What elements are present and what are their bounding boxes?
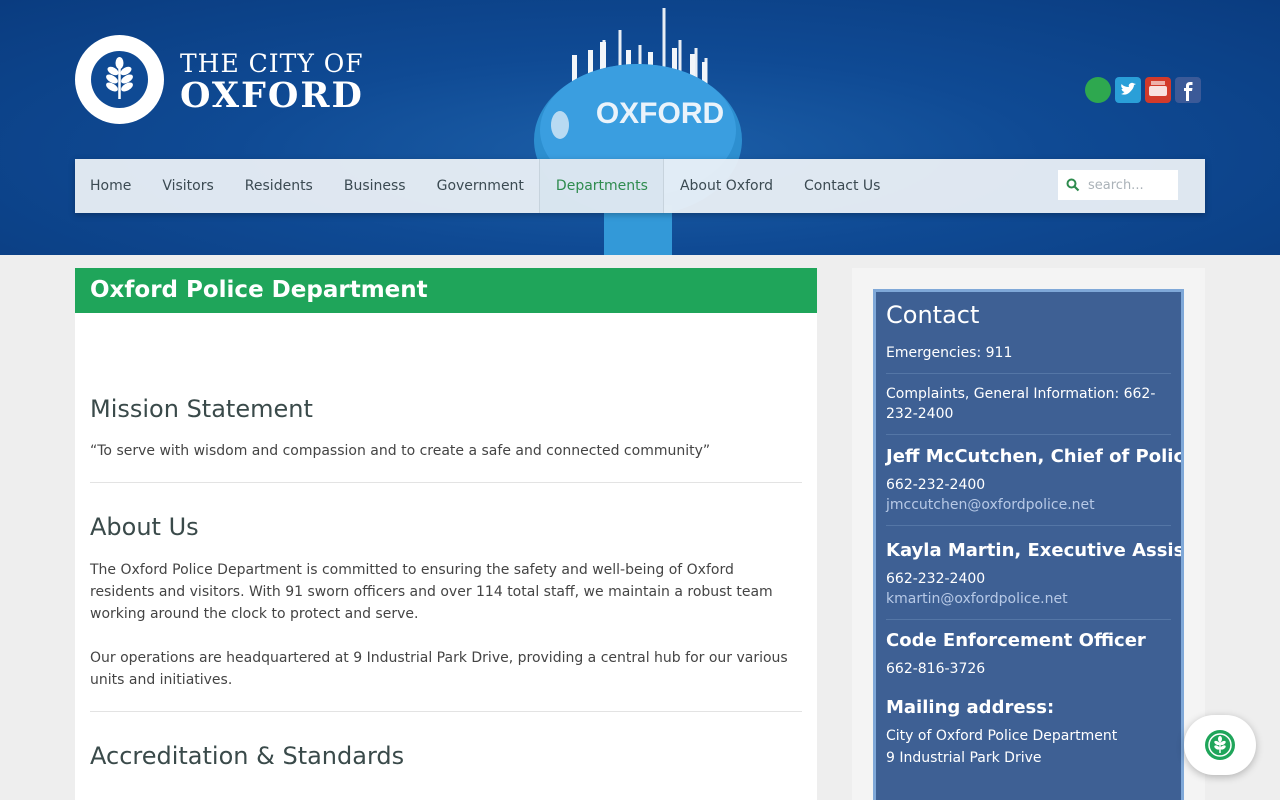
contact-phone: 662-232-2400 [886, 571, 986, 587]
site-header: OXFORD THE CITY OF OXFORD Home Visitors … [0, 0, 1280, 255]
nav-residents[interactable]: Residents [229, 159, 328, 213]
accreditation-heading: Accreditation & Standards [90, 742, 405, 770]
mailing-line: 9 Industrial Park Drive [886, 750, 1042, 766]
nav-business[interactable]: Business [328, 159, 421, 213]
contact-name: Jeff McCutchen, Chief of Police [886, 446, 1184, 467]
contact-phone: 662-232-2400 [886, 477, 986, 493]
mailing-line: City of Oxford Police Department [886, 728, 1118, 744]
search-icon[interactable] [1066, 178, 1080, 192]
divider [90, 711, 802, 712]
leaf-icon [1205, 730, 1235, 760]
floating-action-button[interactable] [1184, 715, 1256, 775]
nav-home[interactable]: Home [75, 159, 147, 213]
logo-emblem [75, 35, 164, 124]
leaf-icon [106, 57, 133, 99]
about-paragraph-2: Our operations are headquartered at 9 In… [90, 650, 788, 688]
mailing-heading: Mailing address: [886, 697, 1055, 718]
contact-panel: Contact Emergencies: 911 Complaints, Gen… [873, 289, 1184, 800]
contact-title: Contact [886, 301, 980, 329]
divider [886, 373, 1171, 374]
divider [886, 619, 1171, 620]
contact-name: Kayla Martin, Executive Assistant [886, 540, 1184, 561]
nav-government[interactable]: Government [421, 159, 539, 213]
divider [90, 482, 802, 483]
contact-name: Code Enforcement Officer [886, 630, 1146, 651]
tower-text: OXFORD [596, 97, 724, 130]
main-content: Oxford Police Department Mission Stateme… [75, 268, 817, 800]
search-box [1058, 170, 1178, 200]
about-heading: About Us [90, 513, 199, 541]
emergencies-line: Emergencies: 911 [886, 345, 1013, 361]
youtube-icon[interactable] [1145, 77, 1171, 103]
water-tower-image: OXFORD [534, 8, 742, 255]
logo-text-main: OXFORD [180, 75, 364, 116]
twitter-icon[interactable] [1115, 77, 1141, 103]
contact-email-link[interactable]: kmartin@oxfordpolice.net [886, 589, 1171, 609]
mission-heading: Mission Statement [90, 395, 313, 423]
city-logo[interactable]: THE CITY OF OXFORD [75, 35, 375, 125]
social-links [1085, 77, 1201, 103]
sidebar: Contact Emergencies: 911 Complaints, Gen… [852, 268, 1205, 800]
about-paragraph-1: The Oxford Police Department is committe… [90, 562, 773, 622]
nav-departments[interactable]: Departments [539, 159, 665, 213]
nav-contact-us[interactable]: Contact Us [788, 159, 895, 213]
nav-visitors[interactable]: Visitors [147, 159, 229, 213]
facebook-icon[interactable] [1175, 77, 1201, 103]
divider [886, 434, 1171, 435]
general-info-line: Complaints, General Information: 662-232… [886, 386, 1156, 422]
page-title: Oxford Police Department [75, 268, 817, 313]
nav-about-oxford[interactable]: About Oxford [664, 159, 788, 213]
mission-text: “To serve with wisdom and compassion and… [90, 443, 711, 459]
logo-text-top: THE CITY OF [180, 49, 364, 78]
globe-icon[interactable] [1085, 77, 1111, 103]
divider [886, 525, 1171, 526]
search-input[interactable] [1088, 177, 1176, 193]
contact-email-link[interactable]: jmccutchen@oxfordpolice.net [886, 495, 1171, 515]
main-navigation: Home Visitors Residents Business Governm… [75, 159, 1205, 213]
contact-phone: 662-816-3726 [886, 661, 986, 677]
